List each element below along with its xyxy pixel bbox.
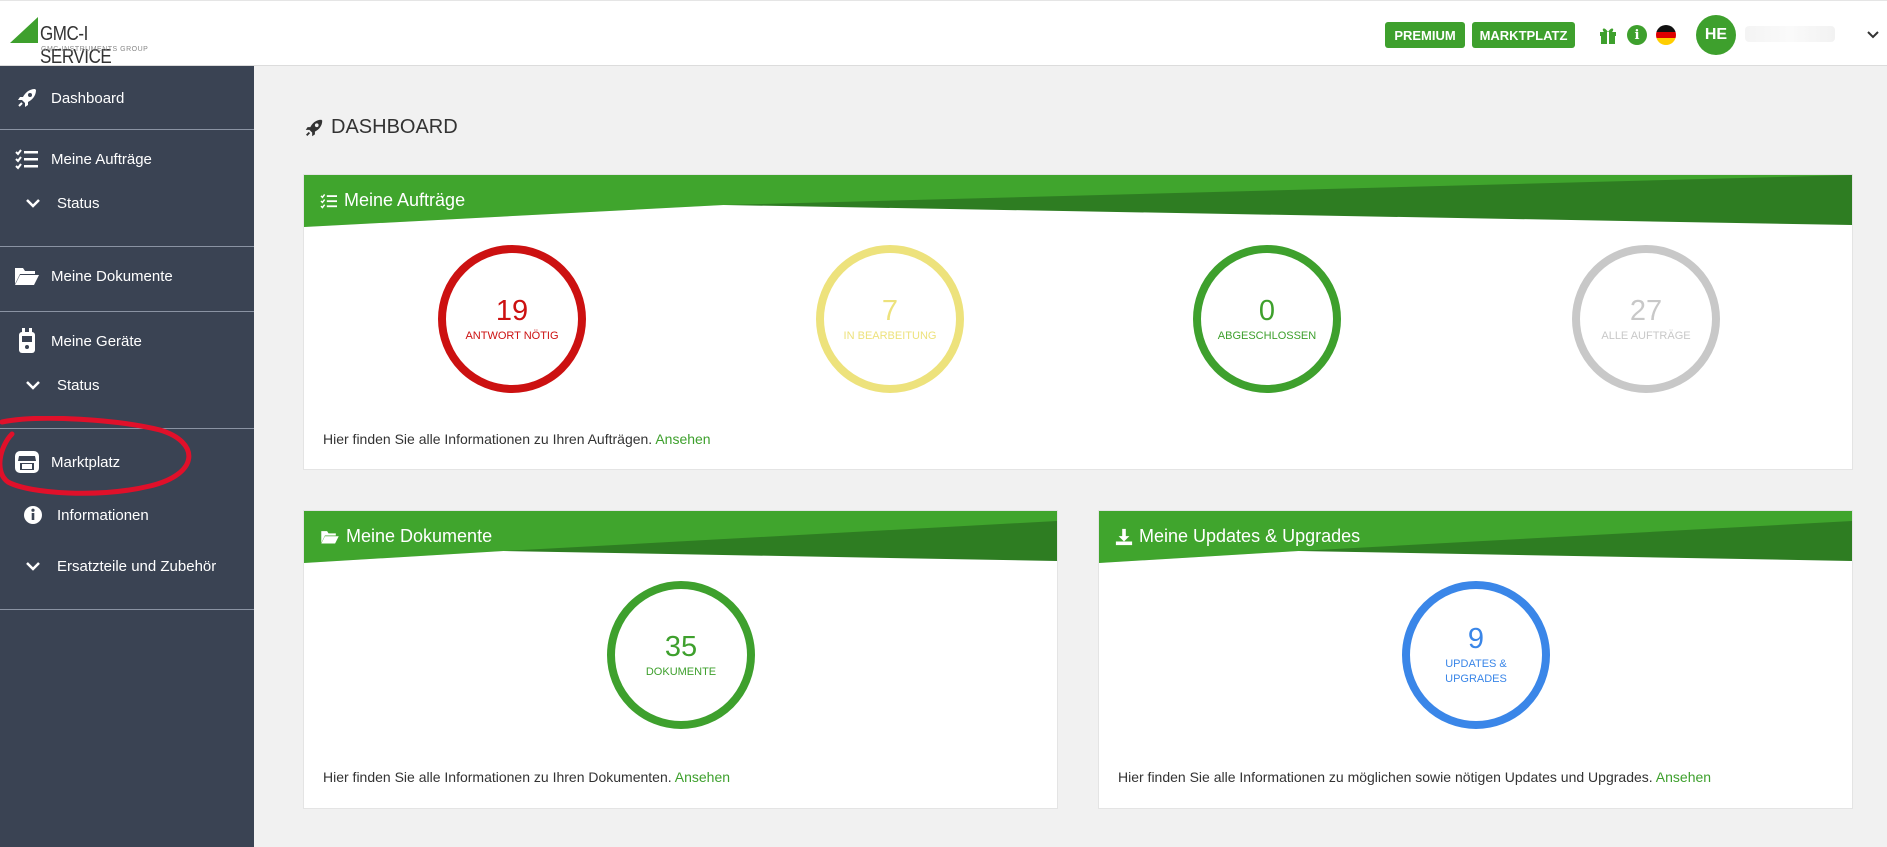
stat-in-bearbeitung[interactable]: 7 IN BEARBEITUNG xyxy=(816,245,964,393)
brand-logo[interactable]: GMC-I SERVICE GMC-INSTRUMENTS GROUP xyxy=(10,15,160,68)
card-footer: Hier finden Sie alle Informationen zu Ih… xyxy=(323,769,730,785)
divider xyxy=(0,311,254,312)
card-title: Meine Dokumente xyxy=(320,526,492,547)
stat-caption: UPDATES & UPGRADES xyxy=(1445,657,1507,687)
card-title-text: Meine Dokumente xyxy=(346,526,493,546)
info-circle-icon xyxy=(20,503,46,527)
stat-abgeschlossen[interactable]: 0 ABGESCHLOSSEN xyxy=(1193,245,1341,393)
stat-value: 27 xyxy=(1629,294,1663,327)
sidebar-item-label: Informationen xyxy=(57,506,149,524)
divider xyxy=(0,246,254,247)
stat-antwort-noetig[interactable]: 19 ANTWORT NÖTIG xyxy=(438,245,586,393)
ansehen-link[interactable]: Ansehen xyxy=(1656,769,1711,785)
stat-caption: ABGESCHLOSSEN xyxy=(1217,329,1317,342)
chevron-down-icon xyxy=(20,373,46,397)
sidebar-item-label: Meine Aufträge xyxy=(51,150,152,168)
footer-text: Hier finden Sie alle Informationen zu Ih… xyxy=(323,769,672,785)
sidebar-item-informationen[interactable]: Informationen xyxy=(0,502,254,528)
sidebar-item-label: Dashboard xyxy=(51,89,125,107)
stat-caption: IN BEARBEITUNG xyxy=(843,329,937,342)
avatar[interactable]: HE xyxy=(1696,15,1736,55)
stat-caption: DOKUMENTE xyxy=(645,665,717,678)
stat-caption: ANTWORT NÖTIG xyxy=(465,329,559,342)
ansehen-link[interactable]: Ansehen xyxy=(675,769,730,785)
divider xyxy=(0,428,254,429)
footer-text: Hier finden Sie alle Informationen zu Ih… xyxy=(323,431,653,447)
chevron-down-icon xyxy=(20,191,46,215)
stat-value: 19 xyxy=(495,294,529,327)
task-list-icon xyxy=(14,147,40,171)
stat-updates-upgrades[interactable]: 9 UPDATES & UPGRADES xyxy=(1402,581,1550,729)
folder-open-icon xyxy=(14,264,40,288)
chevron-down-icon[interactable] xyxy=(1864,25,1882,43)
sidebar-item-ersatzteile[interactable]: Ersatzteile und Zubehör xyxy=(0,553,254,579)
stat-caption: ALLE AUFTRÄGE xyxy=(1601,329,1691,342)
download-icon xyxy=(1115,528,1133,545)
sidebar-item-auftraege[interactable]: Meine Aufträge xyxy=(0,144,254,174)
card-footer: Hier finden Sie alle Informationen zu mö… xyxy=(1118,769,1711,785)
sidebar-item-dashboard[interactable]: Dashboard xyxy=(0,66,254,130)
marktplatz-button[interactable]: MARKTPLATZ xyxy=(1472,22,1575,48)
sidebar-item-label: Marktplatz xyxy=(51,453,121,471)
dokumente-card: Meine Dokumente 35 DOKUMENTE Hier finden… xyxy=(303,510,1058,809)
card-footer: Hier finden Sie alle Informationen zu Ih… xyxy=(323,431,711,447)
page-title: DASHBOARD xyxy=(303,116,458,139)
card-header: Meine Updates & Upgrades xyxy=(1099,511,1852,563)
stat-value: 35 xyxy=(664,630,698,663)
footer-text: Hier finden Sie alle Informationen zu mö… xyxy=(1118,769,1653,785)
page-title-text: DASHBOARD xyxy=(331,116,458,138)
user-name-blurred[interactable] xyxy=(1745,26,1835,42)
logo-triangle-icon xyxy=(10,17,38,43)
german-flag-icon[interactable] xyxy=(1656,25,1676,45)
stat-dokumente[interactable]: 35 DOKUMENTE xyxy=(607,581,755,729)
sidebar-item-label: Meine Dokumente xyxy=(51,267,173,285)
card-title: Meine Updates & Upgrades xyxy=(1115,526,1360,547)
rocket-icon xyxy=(305,119,323,136)
sidebar: Dashboard Meine Aufträge Status Meine Do… xyxy=(0,66,254,847)
sidebar-item-label: Status xyxy=(57,376,100,394)
card-title-text: Meine Aufträge xyxy=(344,190,466,210)
stat-value: 7 xyxy=(881,294,899,327)
card-header: Meine Aufträge xyxy=(304,175,1852,227)
store-icon xyxy=(14,450,40,474)
header-band xyxy=(304,175,1852,227)
updates-card: Meine Updates & Upgrades 9 UPDATES & UPG… xyxy=(1098,510,1853,809)
premium-button[interactable]: PREMIUM xyxy=(1385,22,1465,48)
sidebar-item-auftraege-status[interactable]: Status xyxy=(0,190,254,216)
task-list-icon xyxy=(320,193,337,209)
stat-alle-auftraege[interactable]: 27 ALLE AUFTRÄGE xyxy=(1572,245,1720,393)
sidebar-item-geraete[interactable]: Meine Geräte xyxy=(0,326,254,356)
sidebar-item-label: Status xyxy=(57,194,100,212)
sidebar-item-label: Ersatzteile und Zubehör xyxy=(57,557,217,575)
auftraege-card: Meine Aufträge 19 ANTWORT NÖTIG 7 IN BEA… xyxy=(303,174,1853,470)
chevron-down-icon xyxy=(20,554,46,578)
stat-value: 0 xyxy=(1258,294,1276,327)
divider xyxy=(0,129,254,130)
gift-icon[interactable] xyxy=(1598,25,1618,45)
stat-value: 9 xyxy=(1467,623,1485,655)
info-icon[interactable]: i xyxy=(1627,25,1647,45)
divider xyxy=(0,609,254,610)
stat-caption-line: UPDATES & xyxy=(1445,658,1507,670)
sidebar-item-geraete-status[interactable]: Status xyxy=(0,372,254,398)
sidebar-item-marktplatz[interactable]: Marktplatz xyxy=(0,446,254,478)
sidebar-item-label: Meine Geräte xyxy=(51,332,142,350)
stat-caption-line: UPGRADES xyxy=(1445,673,1507,685)
card-header: Meine Dokumente xyxy=(304,511,1057,563)
card-title: Meine Aufträge xyxy=(320,190,465,211)
brand-subtitle: GMC-INSTRUMENTS GROUP xyxy=(41,46,149,53)
card-title-text: Meine Updates & Upgrades xyxy=(1139,526,1361,546)
folder-open-icon xyxy=(321,530,339,544)
rocket-icon xyxy=(14,86,40,110)
device-icon xyxy=(14,328,40,353)
top-bar: GMC-I SERVICE GMC-INSTRUMENTS GROUP PREM… xyxy=(0,0,1887,68)
ansehen-link[interactable]: Ansehen xyxy=(655,431,710,447)
sidebar-item-dokumente[interactable]: Meine Dokumente xyxy=(0,261,254,291)
